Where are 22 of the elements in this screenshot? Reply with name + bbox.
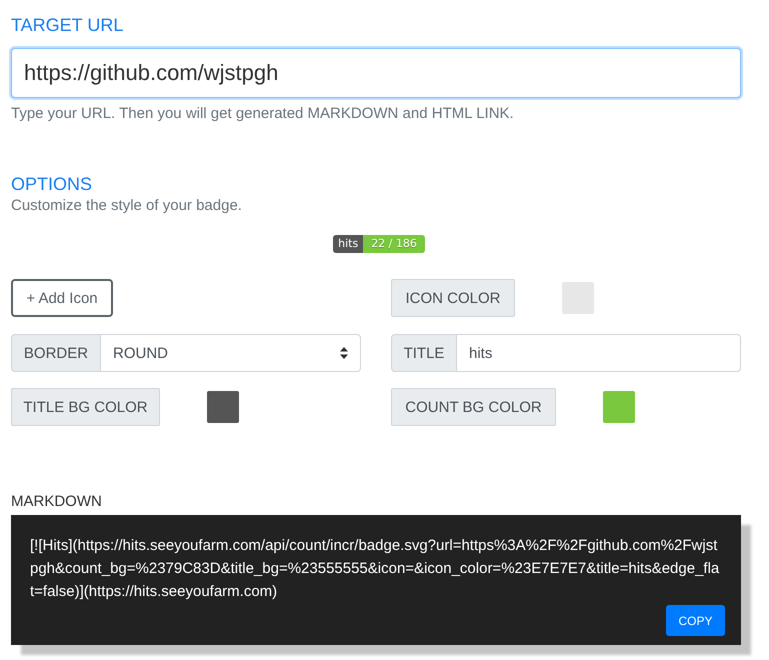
color-swatch-icon[interactable] [603, 391, 635, 423]
help-text: Type your URL. Then you will get generated MARKDOWN and HTML LINK. [11, 104, 514, 124]
title-bg-color-label: TITLE BG COLOR [11, 388, 160, 426]
border-select[interactable]: ROUND [101, 334, 361, 372]
title-label: TITLE [391, 334, 457, 372]
markdown-label: MARKDOWN [11, 492, 102, 512]
border-label: BORDER [11, 334, 101, 372]
icon-color-label: ICON COLOR [391, 279, 515, 317]
badge-label: hits [333, 235, 364, 253]
copy-button[interactable]: COPY [666, 605, 725, 636]
title-input[interactable]: hits [457, 334, 741, 372]
section-heading: TARGET URL [11, 14, 124, 37]
url-input[interactable]: https://github.com/wjstpgh [11, 48, 741, 98]
count-bg-color-label: COUNT BG COLOR [391, 388, 556, 426]
markdown-code: [![Hits](https://hits.seeyoufarm.com/api/count/incr/badge.svg?url=https%3A%2F%2Fgithub.com%2Fwjstpgh&count_bg=%2379C83D&title_bg=%23555555&icon=&icon_color=%23E7E7E7&title=hits&edge_flat=false)](https://hits.seeyoufarm.com) [30, 536, 720, 602]
badge-count: 22 / 186 [363, 235, 425, 253]
color-swatch-icon[interactable] [207, 391, 239, 423]
add-icon-button[interactable]: + Add Icon [11, 279, 113, 317]
color-swatch-icon[interactable] [562, 282, 594, 314]
select-arrows-icon [340, 347, 348, 359]
section-heading: OPTIONS [11, 173, 92, 196]
section-subtitle: Customize the style of your badge. [11, 197, 242, 215]
